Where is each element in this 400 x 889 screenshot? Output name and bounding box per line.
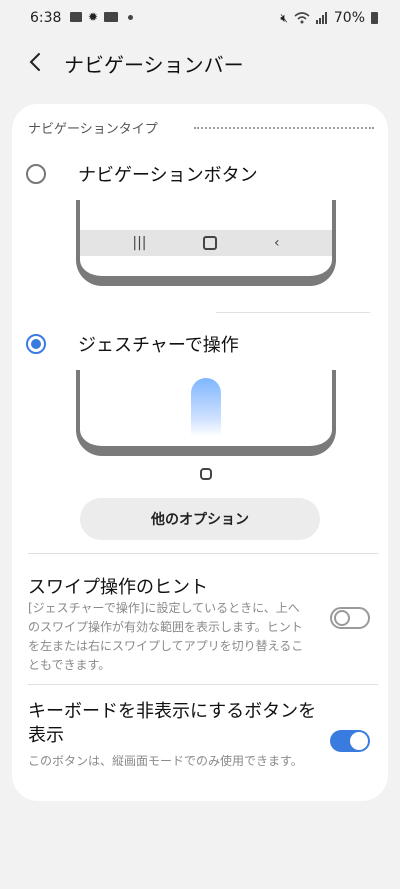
radio-button-unselected[interactable] xyxy=(26,164,46,184)
radio-navigation-buttons[interactable]: ナビゲーションボタン xyxy=(26,156,376,196)
toggle-knob xyxy=(334,610,350,626)
app-bar: ナビゲーションバー xyxy=(0,36,400,92)
radio-button-selected[interactable] xyxy=(26,334,46,354)
divider xyxy=(28,553,378,554)
section-heading: ナビゲーションタイプ xyxy=(28,122,158,137)
battery-percent: 70% xyxy=(333,10,365,26)
signal-icon xyxy=(315,12,327,24)
swipe-hint-description: [ジェスチャーで操作]に設定しているときに、上へのスワイプ操作が有効な範囲を表示… xyxy=(28,601,304,672)
toggle-knob xyxy=(350,732,368,750)
status-right-icons: 🔇︎ 70% xyxy=(280,10,378,26)
swipe-hint-title[interactable]: スワイプ操作のヒント xyxy=(28,573,208,599)
page-title: ナビゲーションバー xyxy=(64,53,244,77)
radio-label: ジェスチャーで操作 xyxy=(78,335,239,356)
home-indicator-icon xyxy=(200,468,212,480)
hide-keyboard-button-toggle[interactable] xyxy=(330,730,370,752)
hide-keyboard-button-description: このボタンは、縦画面モードでのみ使用できます。 xyxy=(28,754,303,768)
status-left-icons: ✹ xyxy=(70,10,134,24)
more-options-button[interactable]: 他のオプション xyxy=(80,498,320,540)
gesture-preview[interactable] xyxy=(76,370,336,456)
hide-keyboard-button-title[interactable]: キーボードを非表示にするボタンを表示 xyxy=(28,700,328,748)
divider xyxy=(28,684,378,685)
status-bar: 6:38 ✹ 🔇︎ 70% xyxy=(0,0,400,36)
battery-icon xyxy=(371,12,378,24)
radio-gestures[interactable]: ジェスチャーで操作 xyxy=(26,326,376,366)
radio-label: ナビゲーションボタン xyxy=(78,165,258,186)
mute-icon: 🔇︎ xyxy=(280,10,288,25)
settings-card: ナビゲーションタイプ ナビゲーションボタン ||| ‹ ジェスチャーで操作 他の… xyxy=(12,104,388,801)
back-icon: ‹ xyxy=(273,235,280,251)
back-icon[interactable] xyxy=(24,50,48,74)
section-divider xyxy=(194,127,374,129)
image-icon xyxy=(70,12,82,22)
home-icon xyxy=(203,236,218,250)
navigation-buttons-preview[interactable]: ||| ‹ xyxy=(76,200,336,286)
swipe-hint-toggle[interactable] xyxy=(330,607,370,629)
gesture-swipe-indicator xyxy=(191,378,221,436)
recents-icon: ||| xyxy=(132,235,147,251)
status-time: 6:38 xyxy=(30,10,62,26)
notification-dot-icon xyxy=(128,14,134,20)
preview-navbar: ||| ‹ xyxy=(80,230,332,256)
youtube-icon xyxy=(104,12,119,22)
divider xyxy=(216,312,370,313)
settings-icon: ✹ xyxy=(88,10,99,24)
wifi-icon xyxy=(294,12,310,24)
